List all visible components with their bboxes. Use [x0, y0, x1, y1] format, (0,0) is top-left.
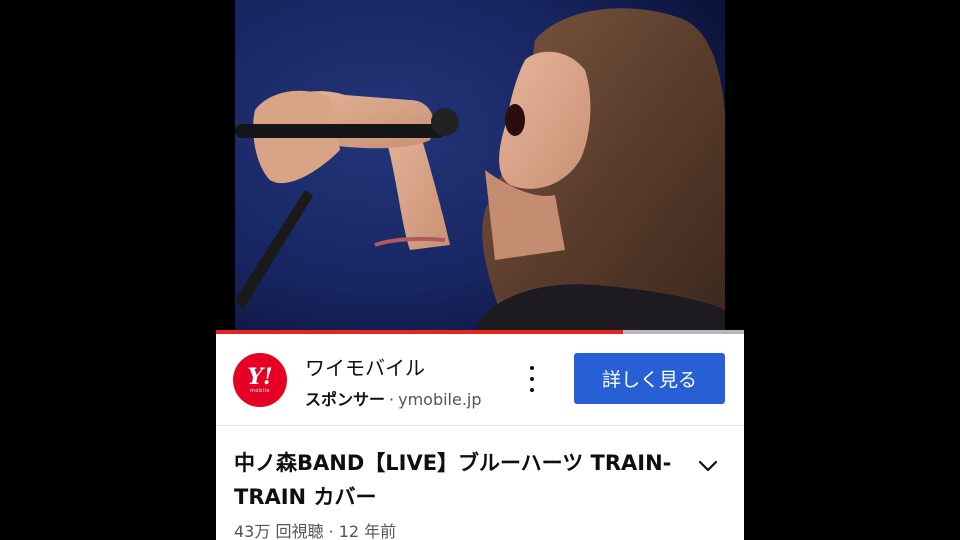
- chevron-down-icon[interactable]: [696, 454, 720, 478]
- video-info-panel: Y! mobile ワイモバイル スポンサー · ymobile.jp 詳しく見る …: [216, 334, 744, 540]
- meta-separator: ·: [389, 390, 395, 409]
- kebab-dot: [530, 377, 534, 381]
- upload-age: 12 年前: [338, 522, 397, 540]
- logo-text: Y!: [247, 364, 273, 390]
- app-stage: Y! mobile ワイモバイル スポンサー · ymobile.jp 詳しく見る …: [0, 0, 960, 540]
- sponsor-label: スポンサー: [305, 390, 386, 409]
- advertiser-name[interactable]: ワイモバイル: [305, 352, 425, 381]
- advertiser-logo[interactable]: Y! mobile: [233, 353, 287, 407]
- sponsored-ad-row[interactable]: Y! mobile ワイモバイル スポンサー · ymobile.jp 詳しく見る: [216, 334, 744, 426]
- video-title[interactable]: 中ノ森BAND【LIVE】ブルーハーツ TRAIN-TRAIN カバー: [234, 446, 674, 514]
- ad-meta: スポンサー · ymobile.jp: [305, 386, 482, 410]
- view-count: 43万 回視聴: [234, 522, 324, 540]
- kebab-menu-icon[interactable]: [524, 364, 540, 394]
- kebab-dot: [530, 388, 534, 392]
- kebab-dot: [530, 366, 534, 370]
- video-stats: 43万 回視聴 · 12 年前: [234, 518, 396, 540]
- video-player[interactable]: [235, 0, 725, 332]
- video-frame-image: [235, 0, 725, 332]
- stats-separator: ·: [328, 522, 334, 540]
- ad-domain: ymobile.jp: [398, 390, 482, 409]
- learn-more-button[interactable]: 詳しく見る: [574, 353, 725, 404]
- logo-subtext: mobile: [250, 388, 270, 394]
- video-title-block[interactable]: 中ノ森BAND【LIVE】ブルーハーツ TRAIN-TRAIN カバー: [234, 446, 674, 514]
